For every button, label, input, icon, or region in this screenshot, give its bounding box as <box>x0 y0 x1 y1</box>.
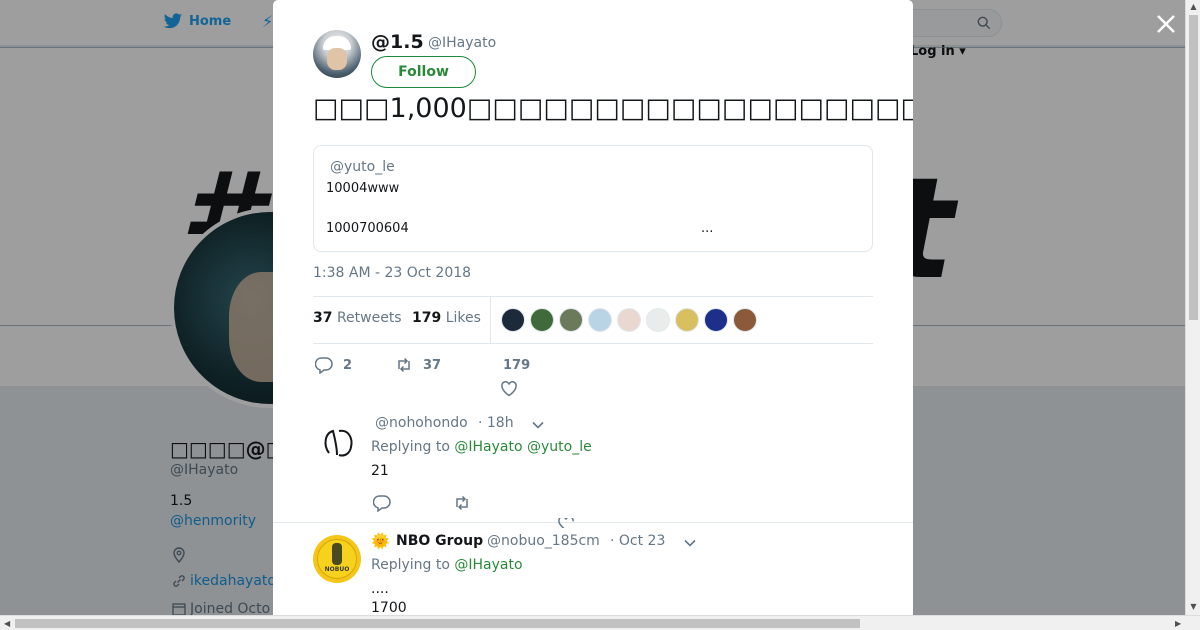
stats-divider <box>490 297 491 343</box>
retweet-icon <box>398 357 410 373</box>
like-count: 179 <box>503 358 531 373</box>
replying-to-users[interactable]: @IHayato @yuto_le <box>454 439 591 455</box>
scroll-right-arrow-icon[interactable]: ▶ <box>1175 619 1181 628</box>
tweet-modal: @1.5 @IHayato Follow □□□1,000□□□□□□□□□□□… <box>273 0 913 615</box>
author-name[interactable]: @1.5 <box>371 31 424 53</box>
reply-avatar[interactable] <box>319 423 359 463</box>
replying-prefix: Replying to <box>371 439 450 455</box>
retweets-stat[interactable]: 37 Retweets <box>313 310 402 326</box>
quoted-tweet-text-line1: 10004www <box>326 181 400 196</box>
author-avatar[interactable] <box>313 30 361 78</box>
reply-tweet[interactable]: @nohohondo · 18h Replying to @IHayato @y… <box>273 405 913 528</box>
horizontal-scrollbar[interactable]: ◀ ▶ <box>0 615 1200 630</box>
sun-emoji: 🌞 <box>371 532 390 550</box>
reply-button[interactable]: 2 <box>315 356 352 374</box>
quoted-tweet-handle: @yuto_le <box>330 159 395 175</box>
reply-icon[interactable] <box>373 494 391 512</box>
liker-avatar[interactable] <box>617 308 641 332</box>
tweet-actions: 2 37 179 <box>313 354 873 398</box>
reply-time[interactable]: · 18h <box>478 415 514 431</box>
liker-avatar[interactable] <box>704 308 728 332</box>
liker-avatar[interactable] <box>530 308 554 332</box>
retweets-label: Retweets <box>336 310 402 326</box>
likers-avatars <box>501 308 757 332</box>
liker-avatar[interactable] <box>588 308 612 332</box>
vertical-scrollbar-thumb[interactable] <box>1189 15 1198 320</box>
reply-text: 1700 <box>371 600 407 615</box>
liker-avatar[interactable] <box>675 308 699 332</box>
vertical-scrollbar[interactable]: ▲ ▼ <box>1185 0 1200 615</box>
reply-author-name[interactable]: NBO Group <box>396 533 483 549</box>
liker-avatar[interactable] <box>559 308 583 332</box>
scroll-left-arrow-icon[interactable]: ◀ <box>4 619 10 628</box>
reply-avatar[interactable]: NOBUO <box>313 535 361 583</box>
reply-tweet[interactable]: NOBUO 🌞 NBO Group @nobuo_185cm · Oct 23 … <box>273 523 913 615</box>
avatar-logo-text: NOBUO <box>324 566 350 573</box>
tweet-timestamp: 1:38 AM - 23 Oct 2018 <box>313 265 472 281</box>
horizontal-scrollbar-thumb[interactable] <box>15 619 860 628</box>
chevron-down-icon[interactable] <box>683 536 697 550</box>
scroll-down-arrow-icon[interactable]: ▼ <box>1189 602 1198 611</box>
close-icon[interactable] <box>1154 12 1178 36</box>
reply-count: 2 <box>343 357 353 373</box>
liker-avatar[interactable] <box>646 308 670 332</box>
likes-count: 179 <box>412 310 442 326</box>
retweets-count: 37 <box>313 310 333 326</box>
author-handle[interactable]: @IHayato <box>428 35 496 51</box>
likes-label: Likes <box>445 310 481 326</box>
retweet-count: 37 <box>423 357 442 373</box>
replying-to: Replying to @IHayato <box>371 557 523 573</box>
reply-handle[interactable]: @nobuo_185cm <box>487 533 600 549</box>
reply-icon <box>315 357 333 374</box>
reply-handle[interactable]: @nohohondo <box>375 415 468 431</box>
heart-icon[interactable] <box>500 380 518 398</box>
retweet-button[interactable]: 37 <box>395 356 441 374</box>
quoted-tweet-ellipsis: ... <box>701 221 714 236</box>
follow-button[interactable]: Follow <box>371 56 476 88</box>
reply-text: .... <box>371 581 389 597</box>
reply-text: 21 <box>371 463 389 479</box>
replying-to: Replying to @IHayato @yuto_le <box>371 439 592 455</box>
replying-prefix: Replying to <box>371 557 450 573</box>
likes-stat[interactable]: 179 Likes <box>412 310 481 326</box>
chevron-down-icon[interactable] <box>531 418 545 432</box>
replying-to-users[interactable]: @IHayato <box>454 557 522 573</box>
scroll-up-arrow-icon[interactable]: ▲ <box>1189 2 1198 11</box>
quoted-tweet[interactable]: @yuto_le 10004www 1000700604 ... <box>313 145 873 252</box>
quoted-tweet-text-line2: 1000700604 <box>326 221 409 236</box>
tweet-text: □□□1,000□□□□□□□□□□□□□□□□□□□□□□□□□□□□□□□□… <box>313 93 913 124</box>
liker-avatar[interactable] <box>501 308 525 332</box>
retweet-icon[interactable] <box>453 494 471 512</box>
tweet-stats: 37 Retweets 179 Likes <box>313 296 873 344</box>
liker-avatar[interactable] <box>733 308 757 332</box>
reply-time[interactable]: · Oct 23 <box>610 533 665 549</box>
